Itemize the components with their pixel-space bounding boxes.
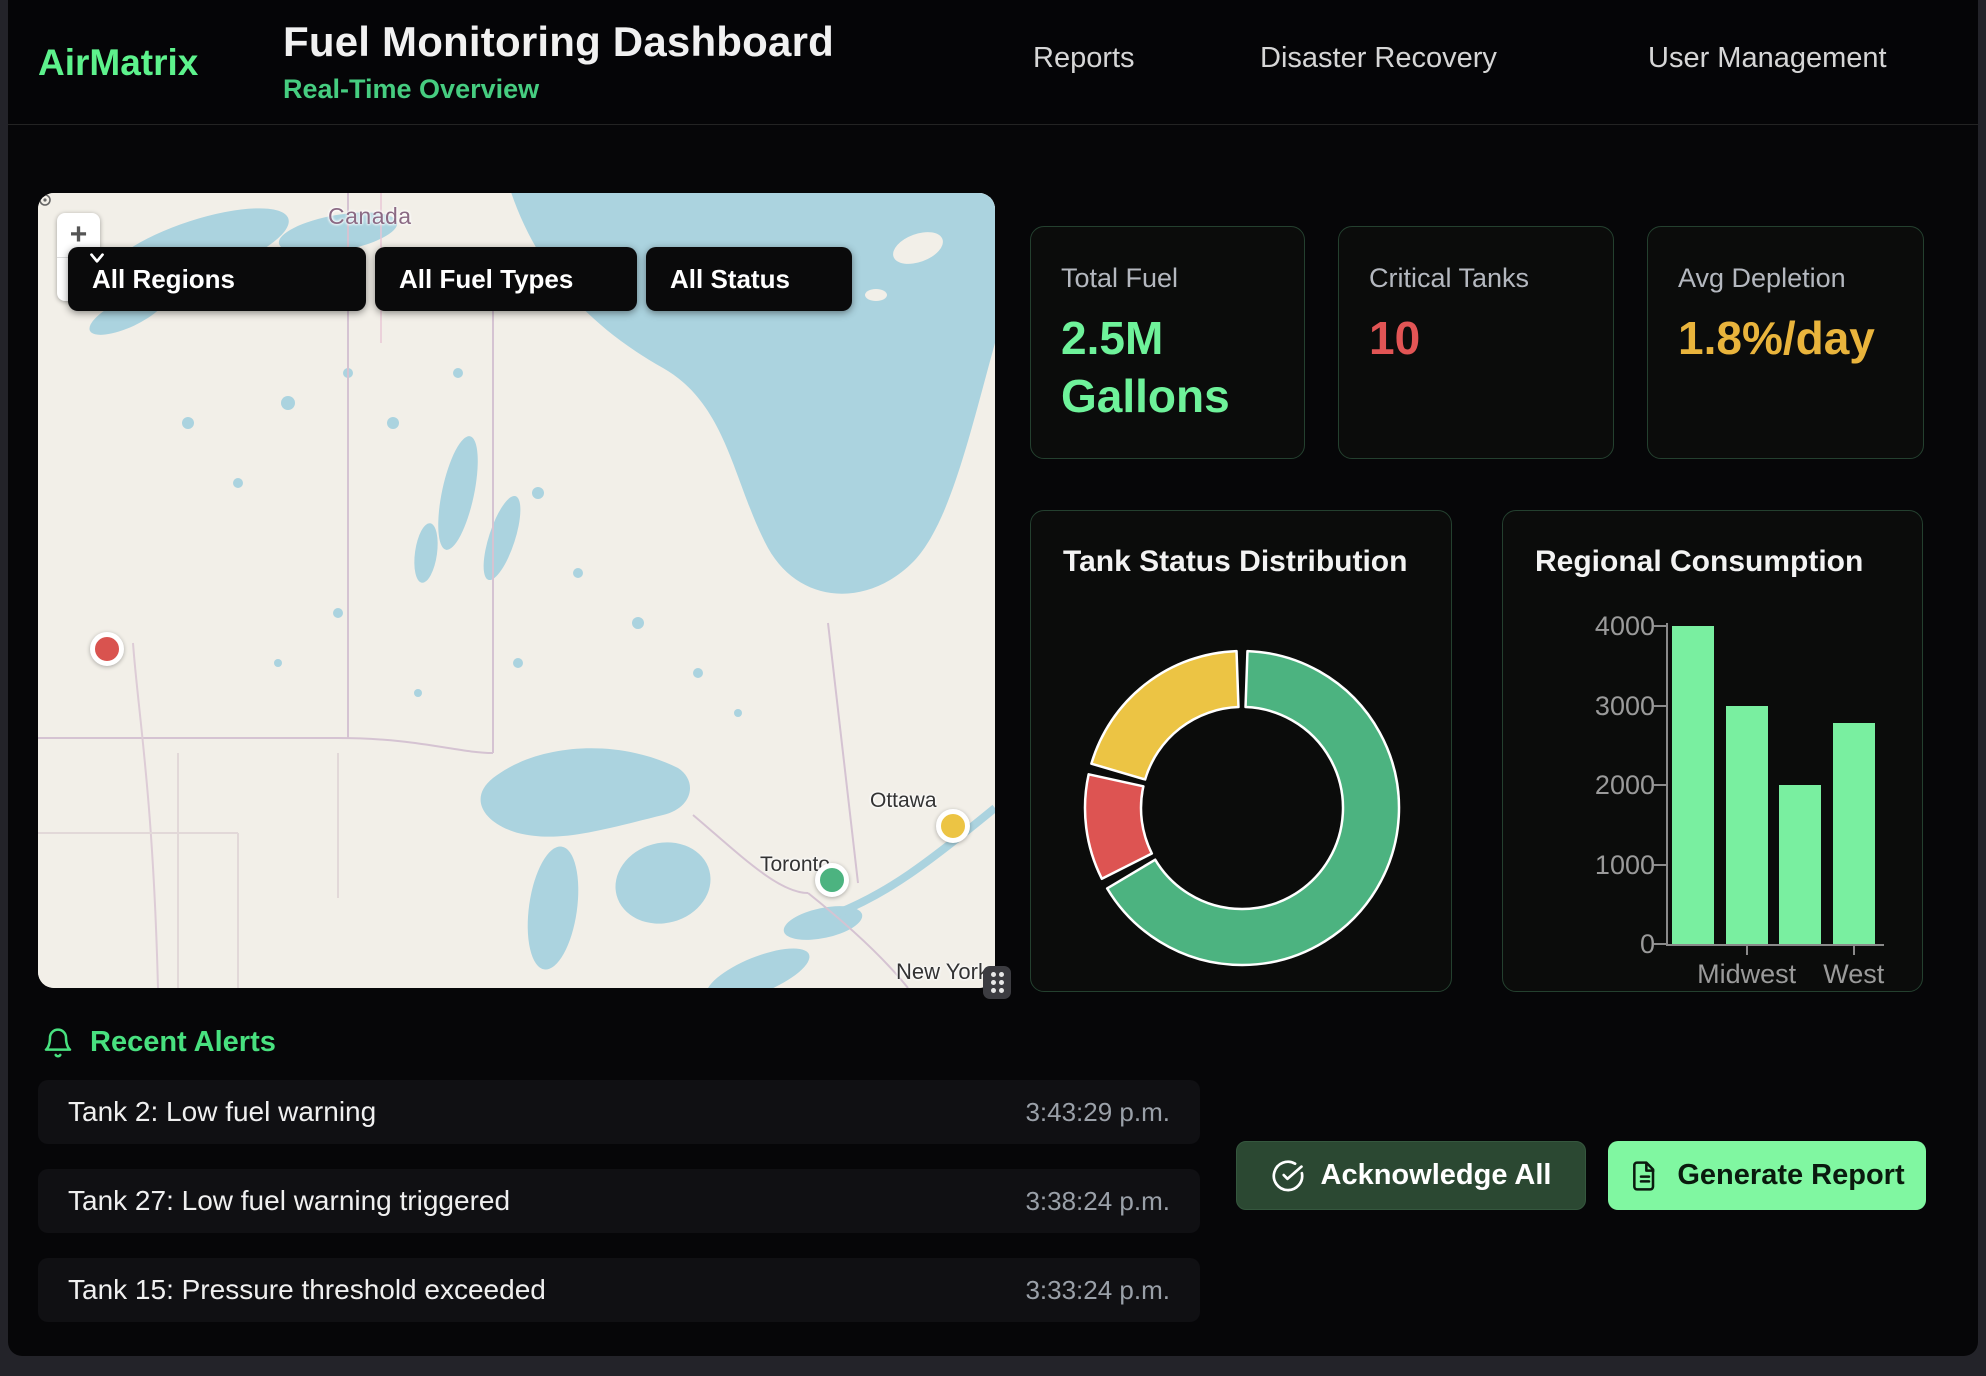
recent-alerts-header: Recent Alerts <box>42 1026 276 1059</box>
stat-card-total-fuel: Total Fuel 2.5M Gallons <box>1030 226 1305 459</box>
recent-alerts-title: Recent Alerts <box>90 1026 276 1059</box>
file-text-icon <box>1629 1160 1661 1192</box>
generate-report-button[interactable]: Generate Report <box>1608 1141 1926 1210</box>
stat-card-critical-tanks: Critical Tanks 10 <box>1338 226 1614 459</box>
tank-marker-normal[interactable] <box>815 863 849 897</box>
bell-icon <box>42 1027 74 1059</box>
top-bar: AirMatrix Fuel Monitoring Dashboard Real… <box>8 0 1978 125</box>
region-filter-dropdown[interactable]: All Regions <box>68 247 366 311</box>
fuel-type-filter-value: All Fuel Types <box>399 264 573 295</box>
chevron-down-icon <box>86 247 108 269</box>
alert-message: Tank 15: Pressure threshold exceeded <box>68 1274 546 1306</box>
fuel-type-filter-dropdown[interactable]: All Fuel Types <box>375 247 637 311</box>
dashboard-root: AirMatrix Fuel Monitoring Dashboard Real… <box>8 0 1978 1356</box>
regional-consumption-plot: 01000200030004000MidwestWest <box>1503 511 1922 991</box>
alert-row: Tank 27: Low fuel warning triggered 3:38… <box>38 1169 1200 1233</box>
brand-logo: AirMatrix <box>38 42 198 84</box>
nav-user-management[interactable]: User Management <box>1648 42 1887 75</box>
y-tick-mark <box>1654 705 1666 707</box>
map-canvas <box>38 193 995 988</box>
stat-card-avg-depletion: Avg Depletion 1.8%/day <box>1647 226 1924 459</box>
consumption-bar <box>1779 785 1821 944</box>
y-tick-label: 0 <box>1545 929 1655 960</box>
consumption-bar <box>1726 706 1768 945</box>
region-filter-value: All Regions <box>92 264 235 295</box>
status-filter-value: All Status <box>670 264 790 295</box>
donut-segment-warning <box>1091 651 1238 779</box>
alert-row: Tank 2: Low fuel warning 3:43:29 p.m. <box>38 1080 1200 1144</box>
consumption-bar <box>1833 723 1875 944</box>
stat-value: 10 <box>1369 310 1583 368</box>
alert-timestamp: 3:38:24 p.m. <box>1025 1186 1170 1217</box>
y-axis <box>1666 623 1668 946</box>
tank-status-card: Tank Status Distribution <box>1030 510 1452 992</box>
y-tick-mark <box>1654 784 1666 786</box>
y-tick-label: 1000 <box>1545 850 1655 881</box>
map-label-canada: Canada <box>328 203 412 230</box>
y-tick-mark <box>1654 864 1666 866</box>
regional-consumption-card: Regional Consumption 01000200030004000Mi… <box>1502 510 1923 992</box>
alert-row: Tank 15: Pressure threshold exceeded 3:3… <box>38 1258 1200 1322</box>
tank-status-donut <box>1031 511 1453 993</box>
consumption-bar <box>1672 626 1714 944</box>
y-tick-mark <box>1654 625 1666 627</box>
acknowledge-all-button[interactable]: Acknowledge All <box>1236 1141 1586 1210</box>
alert-message: Tank 27: Low fuel warning triggered <box>68 1185 510 1217</box>
fuel-map[interactable]: + − All Regions All Fuel Types All Statu… <box>38 193 995 988</box>
nav-disaster-recovery[interactable]: Disaster Recovery <box>1260 42 1497 75</box>
y-tick-label: 4000 <box>1545 611 1655 642</box>
generate-report-label: Generate Report <box>1677 1159 1904 1192</box>
nav-reports[interactable]: Reports <box>1033 42 1135 75</box>
map-resize-handle[interactable] <box>983 966 1011 999</box>
stat-value: 1.8%/day <box>1678 310 1893 368</box>
title-block: Fuel Monitoring Dashboard Real-Time Over… <box>283 18 834 105</box>
y-tick-mark <box>1654 943 1666 945</box>
x-category-label: West <box>1769 959 1939 990</box>
town-marker-icon <box>38 193 52 207</box>
donut-segment-critical <box>1085 774 1152 879</box>
alert-timestamp: 3:33:24 p.m. <box>1025 1275 1170 1306</box>
x-tick-mark <box>1853 946 1855 955</box>
tank-marker-warning[interactable] <box>936 809 970 843</box>
x-axis <box>1666 944 1884 946</box>
check-circle-icon <box>1271 1159 1305 1193</box>
stat-label: Total Fuel <box>1061 263 1274 294</box>
tank-marker-critical[interactable] <box>90 632 124 666</box>
x-tick-mark <box>1746 946 1748 955</box>
map-label-ottawa: Ottawa <box>870 789 937 813</box>
y-tick-label: 3000 <box>1545 691 1655 722</box>
acknowledge-all-label: Acknowledge All <box>1321 1159 1552 1192</box>
stat-label: Critical Tanks <box>1369 263 1583 294</box>
map-filter-bar: All Regions All Fuel Types All Status <box>68 247 852 311</box>
page-title: Fuel Monitoring Dashboard <box>283 18 834 66</box>
page-subtitle: Real-Time Overview <box>283 74 834 105</box>
alert-timestamp: 3:43:29 p.m. <box>1025 1097 1170 1128</box>
alert-message: Tank 2: Low fuel warning <box>68 1096 376 1128</box>
stat-value: 2.5M Gallons <box>1061 310 1274 425</box>
map-label-newyork: New York <box>896 959 989 985</box>
y-tick-label: 2000 <box>1545 770 1655 801</box>
status-filter-dropdown[interactable]: All Status <box>646 247 852 311</box>
stat-label: Avg Depletion <box>1678 263 1893 294</box>
